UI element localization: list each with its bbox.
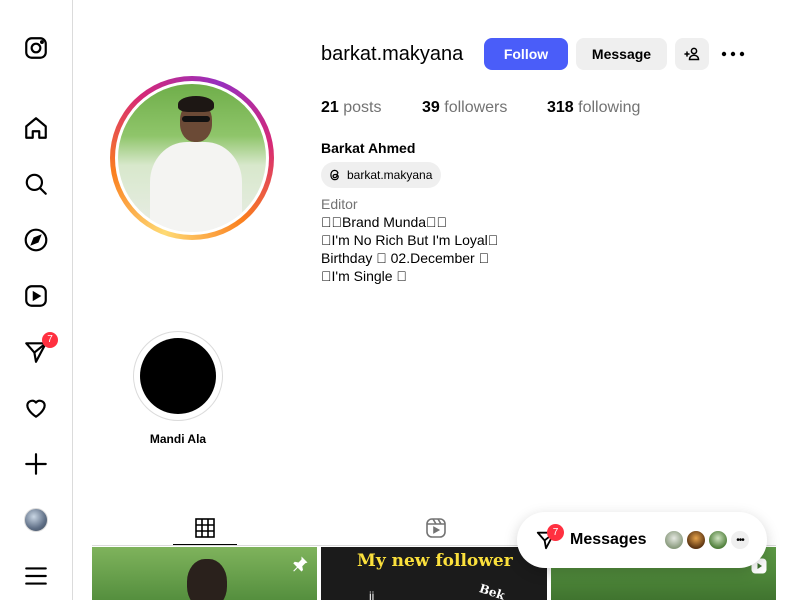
messages-drawer-button[interactable]: 7 Messages ••• bbox=[517, 512, 767, 568]
create-plus-icon[interactable] bbox=[22, 450, 50, 478]
post-overlay-text: My new follower bbox=[357, 551, 513, 571]
sidebar: 7 bbox=[0, 0, 73, 600]
bio-line: Birthday   02.December   bbox=[321, 250, 490, 266]
following-count[interactable]: 318 following bbox=[547, 99, 640, 117]
add-person-icon bbox=[684, 47, 700, 61]
profile-category: Editor bbox=[321, 196, 358, 212]
profile-picture bbox=[118, 84, 266, 232]
highlight-cover bbox=[140, 338, 216, 414]
threads-icon bbox=[330, 169, 339, 181]
profile-username: barkat.makyana bbox=[321, 43, 464, 65]
reels-tab-icon bbox=[426, 518, 446, 538]
avatar bbox=[685, 529, 707, 551]
post-thumbnail[interactable] bbox=[92, 547, 317, 600]
notifications-heart-icon[interactable] bbox=[22, 394, 50, 422]
follow-button[interactable]: Follow bbox=[484, 38, 568, 70]
grid-icon bbox=[195, 517, 215, 538]
pinned-icon bbox=[293, 556, 308, 572]
home-icon[interactable] bbox=[22, 114, 50, 142]
threads-handle: barkat.makyana bbox=[347, 168, 433, 182]
message-button[interactable]: Message bbox=[576, 38, 667, 70]
menu-icon[interactable] bbox=[22, 562, 50, 590]
bio-line:  I'm No Rich But I'm Loyal  bbox=[321, 232, 499, 248]
messages-badge: 7 bbox=[547, 524, 564, 541]
highlight-label: Mandi Ala bbox=[149, 432, 207, 446]
more-conversations-icon: ••• bbox=[729, 529, 751, 551]
post-overlay-text: Bek bbox=[477, 581, 507, 600]
explore-icon[interactable] bbox=[22, 226, 50, 254]
suggested-accounts-button[interactable] bbox=[675, 38, 709, 70]
reels-icon[interactable] bbox=[22, 282, 50, 310]
messages-icon[interactable]: 7 bbox=[22, 332, 58, 366]
profile-avatar[interactable] bbox=[22, 506, 50, 534]
threads-link[interactable]: barkat.makyana bbox=[321, 162, 442, 188]
posts-count: 21 posts bbox=[321, 99, 382, 116]
followers-count[interactable]: 39 followers bbox=[422, 99, 507, 117]
post-overlay-text: ji bbox=[369, 589, 375, 600]
messages-badge: 7 bbox=[42, 332, 58, 348]
messages-label: Messages bbox=[570, 531, 647, 548]
tab-posts[interactable] bbox=[173, 511, 237, 545]
bio-line:   Brand Munda   bbox=[321, 214, 448, 230]
search-icon[interactable] bbox=[22, 170, 50, 198]
profile-full-name: Barkat Ahmed bbox=[321, 140, 416, 156]
avatar bbox=[24, 508, 48, 532]
profile-picture-story-ring[interactable] bbox=[110, 76, 274, 240]
avatar bbox=[707, 529, 729, 551]
tab-reels[interactable] bbox=[404, 511, 468, 545]
avatar bbox=[663, 529, 685, 551]
story-highlight[interactable] bbox=[133, 331, 223, 421]
instagram-logo-icon[interactable] bbox=[22, 34, 50, 62]
bio-line:  I'm Single   bbox=[321, 268, 407, 284]
more-options-icon[interactable] bbox=[721, 46, 745, 62]
post-thumbnail[interactable]: My new follower ji Bek bbox=[321, 547, 547, 600]
